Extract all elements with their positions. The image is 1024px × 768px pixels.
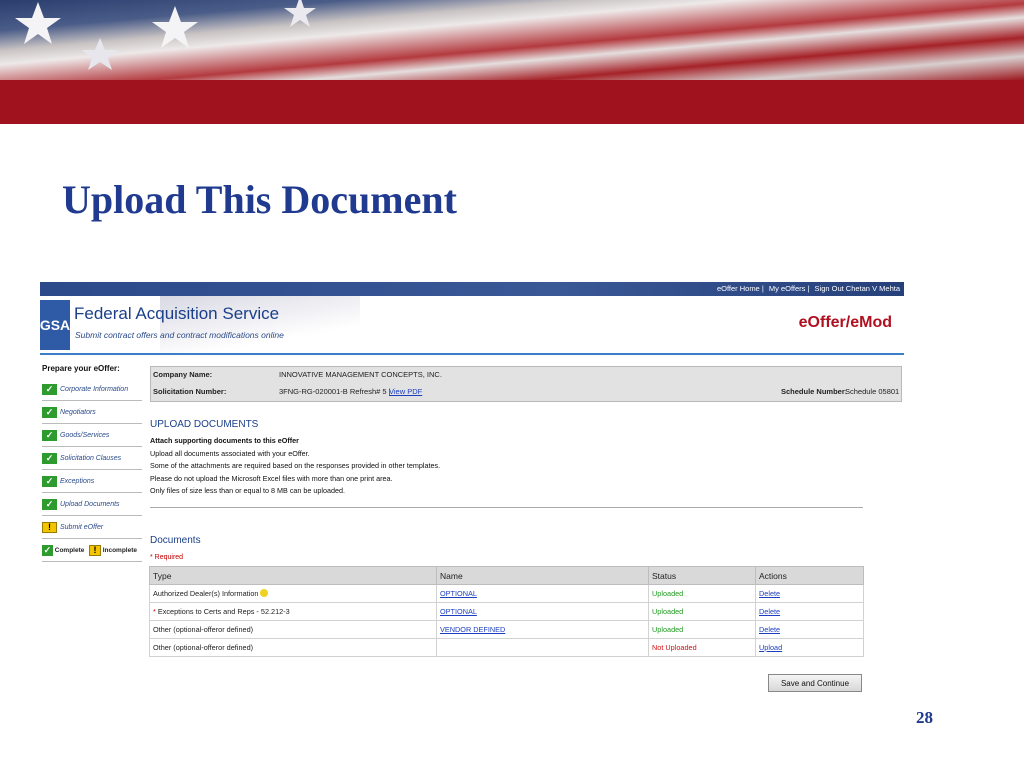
portal-top-bar: eOffer Home | My eOffers | Sign Out Chet… — [40, 282, 904, 296]
page-number: 28 — [916, 708, 933, 727]
table-row: Other (optional-offeror defined) VENDOR … — [149, 620, 864, 639]
type-cell: Other (optional-offeror defined) — [149, 620, 437, 639]
app-name: eOffer/eMod — [798, 314, 892, 331]
required-note: * Required — [150, 554, 184, 561]
check-icon: ✓ — [42, 544, 53, 556]
company-label: Company Name: — [153, 370, 213, 379]
my-eoffers-link[interactable]: My eOffers | — [769, 284, 810, 293]
name-cell — [436, 638, 649, 657]
type-cell: * Exceptions to Certs and Reps - 52.212-… — [149, 602, 437, 621]
documents-title: Documents — [150, 535, 201, 546]
flag-banner-image — [0, 0, 1024, 80]
nav-title: Prepare your eOffer: — [42, 364, 120, 373]
action-cell: Delete — [755, 584, 864, 603]
document-name-link[interactable]: OPTIONAL — [440, 607, 477, 616]
action-cell: Upload — [755, 638, 864, 657]
documents-table: Type Name Status Actions Authorized Deal… — [149, 566, 864, 657]
instruction-line: Only files of size less than or equal to… — [150, 486, 345, 495]
type-cell: Other (optional-offeror defined) — [149, 638, 437, 657]
status-cell: Uploaded — [648, 620, 756, 639]
upload-link[interactable]: Upload — [759, 643, 782, 652]
schedule-value: Schedule 05801 — [845, 387, 900, 396]
name-cell: VENDOR DEFINED — [436, 620, 649, 639]
legend-complete: Complete — [54, 546, 85, 554]
help-tip-icon[interactable] — [260, 589, 269, 597]
status-cell: Uploaded — [648, 584, 756, 603]
instruction-line: Please do not upload the Microsoft Excel… — [150, 473, 393, 483]
sign-out-link[interactable]: Sign Out Chetan V Mehta — [815, 284, 900, 293]
schedule-label: Schedule Number: — [781, 387, 848, 396]
nav-item-solicitation-clauses[interactable]: ✓ Solicitation Clauses — [42, 447, 142, 470]
offer-info-box: Company Name: INNOVATIVE MANAGEMENT CONC… — [150, 366, 902, 402]
slide-title: Upload This Document — [62, 177, 457, 222]
table-header-row: Type Name Status Actions — [149, 566, 864, 585]
service-name: Federal Acquisition Service — [74, 304, 280, 323]
legend-incomplete: Incomplete — [102, 546, 137, 554]
check-icon: ✓ — [42, 498, 57, 510]
delete-link[interactable]: Delete — [759, 625, 780, 634]
section-divider — [150, 507, 863, 508]
nav-item-corporate-information[interactable]: ✓ Corporate Information — [42, 378, 142, 401]
check-icon: ✓ — [42, 475, 57, 487]
nav-item-submit-eoffer[interactable]: ! Submit eOffer — [42, 516, 142, 539]
document-name-link[interactable]: VENDOR DEFINED — [440, 625, 505, 634]
flag-stars-graphic — [15, 0, 316, 70]
check-icon: ✓ — [42, 406, 57, 418]
gsa-logo: GSA — [40, 300, 70, 350]
col-header-type: Type — [149, 566, 437, 585]
nav-item-negotiators[interactable]: ✓ Negotiators — [42, 401, 142, 424]
action-cell: Delete — [755, 602, 864, 621]
eoffer-home-link[interactable]: eOffer Home | — [717, 284, 764, 293]
action-cell: Delete — [755, 620, 864, 639]
eoffer-screenshot: eOffer Home | My eOffers | Sign Out Chet… — [40, 282, 904, 702]
delete-link[interactable]: Delete — [759, 589, 780, 598]
table-row: Authorized Dealer(s) Information OPTIONA… — [149, 584, 864, 603]
delete-link[interactable]: Delete — [759, 607, 780, 616]
warning-icon: ! — [42, 521, 57, 533]
banner-red-stripe — [0, 80, 1024, 124]
solicitation-value: 3FNG-RG-020001-B Refresh# 5 | — [279, 387, 391, 396]
portal-header: GSA Federal Acquisition Service Submit c… — [40, 296, 904, 354]
top-links: eOffer Home | My eOffers | Sign Out Chet… — [714, 284, 900, 293]
type-cell: Authorized Dealer(s) Information — [149, 584, 437, 603]
nav-item-upload-documents[interactable]: ✓ Upload Documents — [42, 493, 142, 516]
prepare-eoffer-nav: Prepare your eOffer: ✓ Corporate Informa… — [42, 364, 142, 562]
instruction-line: Upload all documents associated with you… — [150, 448, 310, 458]
status-cell: Not Uploaded — [648, 638, 756, 657]
header-divider — [40, 353, 904, 355]
table-row: * Exceptions to Certs and Reps - 52.212-… — [149, 602, 864, 621]
nav-item-goods-services[interactable]: ✓ Goods/Services — [42, 424, 142, 447]
check-icon: ✓ — [42, 429, 57, 441]
save-and-continue-button[interactable]: Save and Continue — [768, 674, 862, 692]
table-row: Other (optional-offeror defined) Not Upl… — [149, 638, 864, 657]
view-pdf-link[interactable]: View PDF — [389, 387, 422, 396]
nav-item-exceptions[interactable]: ✓ Exceptions — [42, 470, 142, 493]
warning-icon: ! — [89, 544, 101, 556]
company-value: INNOVATIVE MANAGEMENT CONCEPTS, INC. — [279, 370, 442, 379]
check-icon: ✓ — [42, 452, 57, 464]
upload-subtitle: Attach supporting documents to this eOff… — [150, 436, 299, 445]
service-tagline: Submit contract offers and contract modi… — [75, 330, 284, 340]
instruction-line: Some of the attachments are required bas… — [150, 461, 441, 470]
document-name-link[interactable]: OPTIONAL — [440, 589, 477, 598]
upload-documents-title: UPLOAD DOCUMENTS — [150, 419, 259, 430]
col-header-actions: Actions — [755, 566, 864, 585]
name-cell: OPTIONAL — [436, 584, 649, 603]
check-icon: ✓ — [42, 383, 57, 395]
col-header-status: Status — [648, 566, 756, 585]
status-legend: ✓ Complete ! Incomplete — [42, 539, 142, 562]
name-cell: OPTIONAL — [436, 602, 649, 621]
col-header-name: Name — [436, 566, 649, 585]
status-cell: Uploaded — [648, 602, 756, 621]
solicitation-label: Solicitation Number: — [153, 387, 227, 396]
upload-instructions: Attach supporting documents to this eOff… — [150, 435, 440, 498]
